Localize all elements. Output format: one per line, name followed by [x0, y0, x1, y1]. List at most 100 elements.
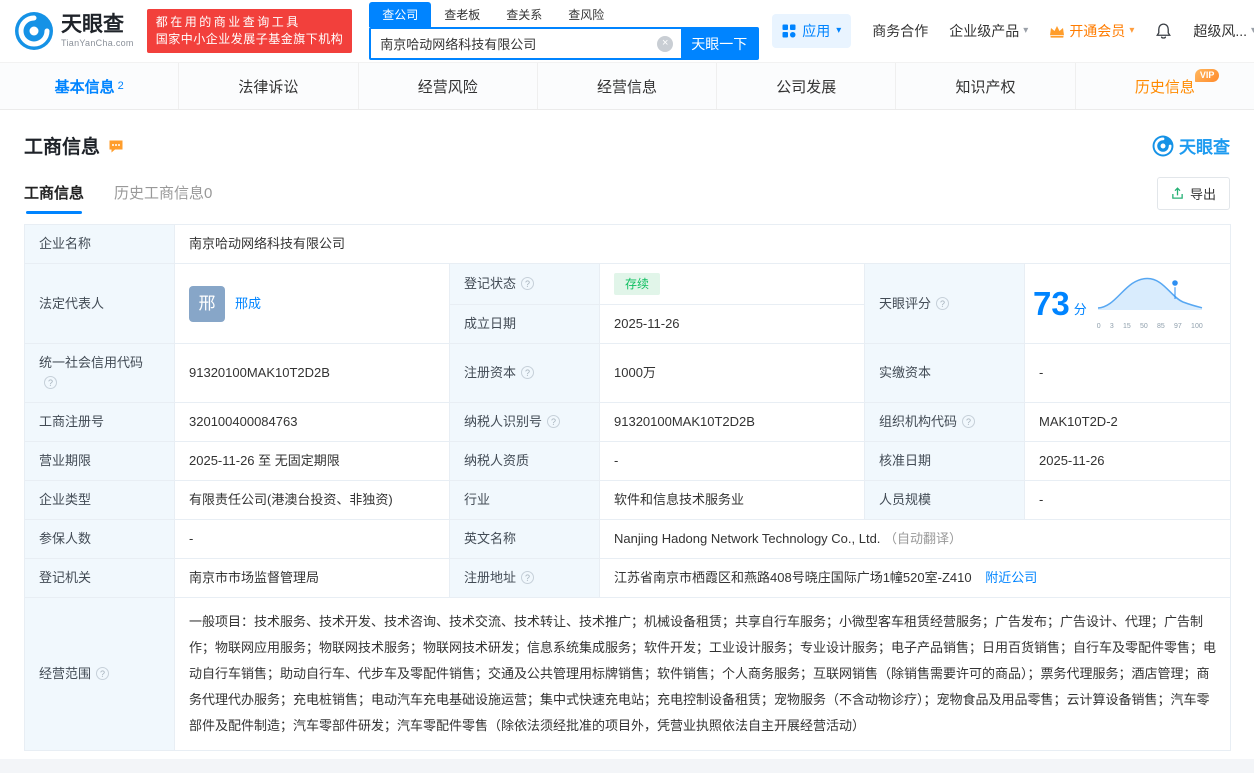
company-name-label: 企业名称 [24, 224, 175, 264]
reg-status-label: 登记状态? [449, 263, 600, 305]
business-term-value: 2025-11-26 至 无固定期限 [174, 441, 450, 481]
vip-badge: VIP [1194, 69, 1220, 82]
score-unit: 分 [1073, 301, 1087, 317]
score-curve-chart: 03 15 50 85 97 100 [1095, 270, 1205, 337]
tab-intellectual-property[interactable]: 知识产权 [896, 63, 1076, 109]
logo-swirl-icon [15, 12, 53, 50]
legal-rep-avatar[interactable]: 邢 [189, 285, 225, 322]
taxpayer-quality-label: 纳税人资质 [449, 441, 600, 481]
credit-code-value: 91320100MAK10T2D2B [174, 343, 450, 403]
watermark-swirl-icon [1152, 135, 1174, 156]
brand-slogan-badge: 都在用的商业查询工具 国家中小企业发展子基金旗下机构 [146, 9, 353, 53]
tianyancha-logo[interactable]: 天眼查 TianYanCha.com [14, 11, 134, 51]
score-label: 天眼评分? [864, 263, 1025, 344]
table-row: 企业名称 南京哈动网络科技有限公司 [24, 224, 1232, 264]
help-icon[interactable]: ? [936, 296, 950, 310]
subtab-history-business-info[interactable]: 历史工商信息0 [114, 182, 212, 214]
help-icon[interactable]: ? [44, 376, 57, 389]
slogan-line-1: 都在用的商业查询工具 [155, 15, 301, 29]
help-icon[interactable]: ? [547, 415, 561, 428]
search-button[interactable]: 天眼一下 [681, 29, 758, 58]
notifications-bell-icon[interactable] [1155, 22, 1172, 40]
tab-basic-info[interactable]: 基本信息 2 [0, 63, 180, 109]
search-input[interactable] [371, 29, 658, 58]
nav-enterprise-products[interactable]: 企业级产品 ▾ [949, 21, 1028, 41]
apps-menu-button[interactable]: 应用 ▾ [772, 14, 852, 48]
nav-business-cooperation-label: 商务合作 [872, 23, 929, 39]
reg-capital-value: 1000万 [599, 343, 865, 403]
industry-value: 软件和信息技术服务业 [599, 480, 865, 520]
help-icon[interactable]: ? [521, 366, 535, 379]
approval-date-label: 核准日期 [864, 441, 1025, 481]
insured-label: 参保人数 [24, 519, 175, 559]
table-row: 法定代表人 邢 邢成 登记状态? 存续 天眼评分? 73 分 0 3 15 50… [24, 263, 1232, 344]
nav-super-risk[interactable]: 超级风... ▾ [1193, 21, 1254, 41]
company-type-label: 企业类型 [24, 480, 175, 520]
apps-grid-icon [782, 24, 796, 38]
help-icon[interactable]: ? [521, 571, 535, 584]
subtab-business-info[interactable]: 工商信息 [24, 182, 84, 214]
top-header: 天眼查 TianYanCha.com 都在用的商业查询工具 国家中小企业发展子基… [0, 0, 1254, 62]
search-tab-company[interactable]: 查公司 [369, 2, 432, 27]
legal-rep-name-link[interactable]: 邢成 [235, 294, 261, 314]
watermark-label: 天眼查 [1179, 138, 1230, 157]
search-tab-risk[interactable]: 查风险 [555, 2, 617, 27]
export-button[interactable]: 导出 [1156, 177, 1230, 210]
nearby-companies-link[interactable]: 附近公司 [985, 570, 1037, 585]
business-info-table: 企业名称 南京哈动网络科技有限公司 法定代表人 邢 邢成 登记状态? 存续 天眼… [24, 224, 1232, 751]
help-icon[interactable]: ? [521, 277, 535, 290]
table-row: 参保人数 - 英文名称 Nanjing Hadong Network Techn… [24, 519, 1232, 559]
status-badge: 存续 [614, 273, 661, 295]
business-scope-value: 一般项目：技术服务、技术开发、技术咨询、技术交流、技术转让、技术推广；机械设备租… [173, 597, 1232, 751]
auto-translate-note: （自动翻译） [884, 531, 963, 546]
reg-number-label: 工商注册号 [24, 402, 175, 442]
tab-company-development-label: 公司发展 [776, 78, 837, 96]
nav-open-vip[interactable]: 开通会员 ▾ [1049, 21, 1134, 41]
tab-basic-info-label: 基本信息 [54, 78, 115, 96]
tab-operating-risk[interactable]: 经营风险 [359, 63, 538, 109]
tab-operating-risk-label: 经营风险 [417, 78, 478, 96]
credit-code-label: 统一社会信用代码? [24, 343, 175, 403]
business-scope-label: 经营范围? [24, 597, 175, 751]
staff-size-label: 人员规模 [864, 480, 1025, 520]
help-icon[interactable]: ? [962, 415, 976, 428]
search-tab-relation[interactable]: 查关系 [493, 2, 555, 27]
section-header: 工商信息 天眼查 [24, 132, 1230, 159]
section-title: 工商信息 [24, 137, 101, 158]
chevron-down-icon: ▾ [1023, 25, 1029, 36]
search-area: 查公司 查老板 查关系 查风险 × 天眼一下 [369, 2, 760, 60]
paid-capital-label: 实缴资本 [864, 343, 1025, 403]
logo-title: 天眼查 [61, 12, 124, 36]
tab-operating-info-label: 经营信息 [596, 78, 657, 96]
nav-business-cooperation[interactable]: 商务合作 [872, 21, 928, 41]
clear-search-icon[interactable]: × [657, 35, 674, 52]
export-button-label: 导出 [1189, 187, 1216, 202]
tab-company-development[interactable]: 公司发展 [717, 63, 897, 109]
english-name-value: Nanjing Hadong Network Technology Co., L… [598, 519, 1232, 559]
table-row: 经营范围? 一般项目：技术服务、技术开发、技术咨询、技术交流、技术转让、技术推广… [24, 597, 1232, 751]
table-row: 登记机关 南京市市场监督管理局 注册地址? 江苏省南京市栖霞区和燕路408号晓庄… [24, 558, 1232, 598]
org-code-label: 组织机构代码? [864, 402, 1025, 442]
search-tab-boss[interactable]: 查老板 [431, 2, 493, 27]
reg-address-label: 注册地址? [449, 558, 600, 598]
help-icon[interactable]: ? [96, 667, 110, 680]
announcement-icon[interactable] [108, 138, 124, 154]
table-row: 营业期限 2025-11-26 至 无固定期限 纳税人资质 - 核准日期 202… [24, 441, 1232, 481]
insured-value: - [174, 519, 450, 559]
paid-capital-value: - [1023, 343, 1232, 403]
taxpayer-id-label: 纳税人识别号? [449, 402, 600, 442]
top-right-nav: 应用 ▾ 商务合作 企业级产品 ▾ 开通会员 ▾ 超级风... ▾ [772, 14, 1254, 48]
reg-capital-label: 注册资本? [449, 343, 600, 403]
tab-legal-proceedings[interactable]: 法律诉讼 [179, 63, 359, 109]
score-chart-ticks: 03 15 50 85 97 100 [1096, 323, 1203, 330]
industry-label: 行业 [449, 480, 600, 520]
tianyancha-watermark: 天眼查 [1152, 133, 1230, 158]
tab-history-info[interactable]: 历史信息 VIP [1076, 63, 1254, 109]
company-name-value: 南京哈动网络科技有限公司 [173, 224, 1232, 264]
bell-glyph [1156, 23, 1172, 39]
tab-history-info-label: 历史信息 [1134, 78, 1195, 96]
subtabs-row: 工商信息 历史工商信息0 导出 [24, 177, 1230, 214]
table-row: 工商注册号 320100400084763 纳税人识别号? 91320100MA… [24, 402, 1232, 442]
english-name-label: 英文名称 [449, 519, 600, 559]
tab-operating-info[interactable]: 经营信息 [538, 63, 718, 109]
